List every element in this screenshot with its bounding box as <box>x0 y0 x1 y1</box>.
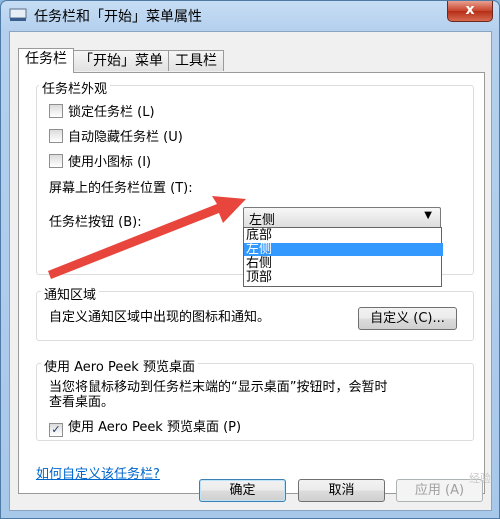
customize-notification-button[interactable]: 自定义 (C)... <box>358 307 457 330</box>
taskbar-position-dropdown: 底部 左侧 右侧 顶部 <box>243 227 443 287</box>
small-icons-label: 使用小图标 (I) <box>68 155 152 170</box>
dialog-client-area: 任务栏 「开始」菜单 工具栏 任务栏外观 锁定任务栏 (L) 自动隐藏任务栏 (… <box>9 31 492 511</box>
help-link[interactable]: 如何自定义该任务栏? <box>36 463 160 482</box>
window-title: 任务栏和「开始」菜单属性 <box>34 9 202 25</box>
autohide-checkbox-box[interactable] <box>49 129 63 143</box>
cancel-button[interactable]: 取消 <box>298 479 385 502</box>
tab-toolbars[interactable]: 工具栏 <box>168 50 224 71</box>
tab-start-menu[interactable]: 「开始」菜单 <box>73 50 169 71</box>
position-option-left[interactable]: 左侧 <box>244 243 443 256</box>
small-icons-checkbox-box[interactable] <box>49 154 63 168</box>
aero-peek-checkbox-box[interactable]: ✓ <box>49 423 63 437</box>
chevron-down-icon[interactable]: ▼ <box>424 210 432 221</box>
taskbar-position-value: 左侧 <box>249 213 276 228</box>
properties-window: 任务栏和「开始」菜单属性 x 任务栏 「开始」菜单 工具栏 任务栏外观 锁定任务… <box>0 0 500 519</box>
position-label: 屏幕上的任务栏位置 (T): <box>49 181 193 196</box>
aero-peek-checkbox[interactable]: ✓ 使用 Aero Peek 预览桌面 (P) <box>49 416 241 437</box>
close-button[interactable]: x <box>447 1 493 22</box>
ok-button[interactable]: 确定 <box>199 479 286 502</box>
aero-peek-checkbox-label: 使用 Aero Peek 预览桌面 (P) <box>68 420 242 435</box>
small-icons-checkbox[interactable]: 使用小图标 (I) <box>49 151 151 170</box>
aero-peek-group-title: 使用 Aero Peek 预览桌面 <box>41 356 198 375</box>
lock-checkbox-box[interactable] <box>49 104 63 118</box>
taskbar-tab-panel: 任务栏外观 锁定任务栏 (L) 自动隐藏任务栏 (U) 使用小图标 (I) 屏幕… <box>18 72 485 494</box>
position-option-bottom[interactable]: 底部 <box>244 229 443 242</box>
notification-description: 自定义通知区域中出现的图标和通知。 <box>49 310 271 325</box>
autohide-taskbar-checkbox[interactable]: 自动隐藏任务栏 (U) <box>49 126 183 145</box>
aero-peek-description-line2: 查看桌面。 <box>49 395 115 410</box>
lock-taskbar-label: 锁定任务栏 (L) <box>68 105 155 120</box>
watermark: 经验 <box>469 472 491 485</box>
appearance-group-title: 任务栏外观 <box>39 78 111 97</box>
position-option-right[interactable]: 右侧 <box>244 257 443 270</box>
notification-group-title: 通知区域 <box>41 284 100 303</box>
autohide-taskbar-label: 自动隐藏任务栏 (U) <box>68 130 183 145</box>
taskbar-buttons-label: 任务栏按钮 (B): <box>49 215 142 230</box>
position-option-top[interactable]: 顶部 <box>244 271 443 284</box>
taskbar-app-icon <box>9 8 27 21</box>
lock-taskbar-checkbox[interactable]: 锁定任务栏 (L) <box>49 101 155 120</box>
title-bar[interactable]: 任务栏和「开始」菜单属性 x <box>1 1 499 29</box>
taskbar-position-select[interactable]: 左侧 ▼ <box>243 207 441 229</box>
tab-taskbar[interactable]: 任务栏 <box>18 48 74 73</box>
